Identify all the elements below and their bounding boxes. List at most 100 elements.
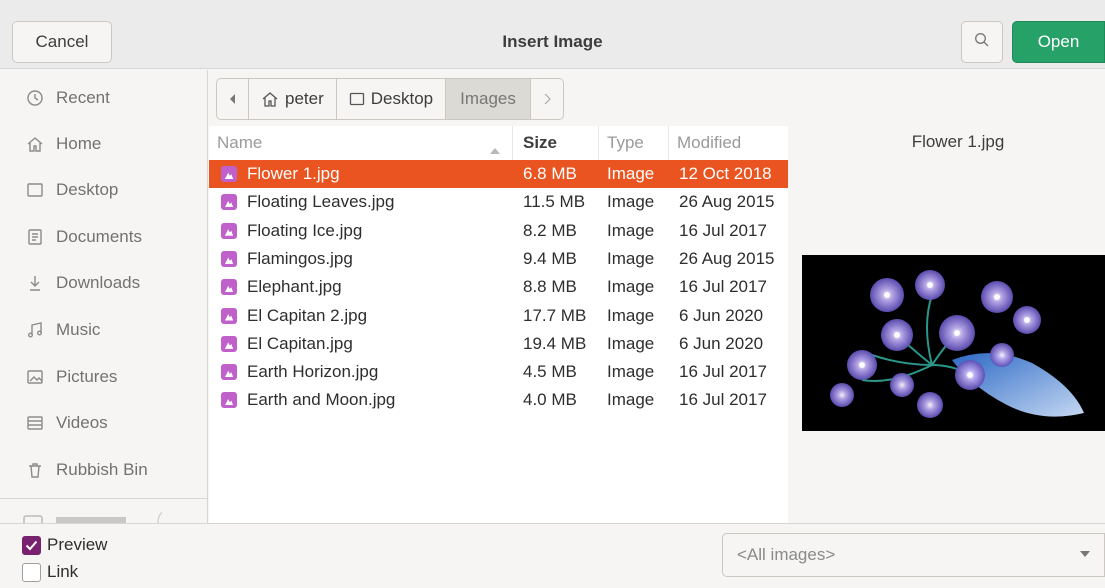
file-type: Image xyxy=(607,362,655,382)
file-name: Elephant.jpg xyxy=(247,277,342,297)
image-file-icon xyxy=(221,188,237,216)
sidebar-item-home[interactable]: Home xyxy=(0,121,207,167)
trash-icon xyxy=(24,461,46,479)
file-type: Image xyxy=(607,220,655,240)
file-row[interactable]: Earth and Moon.jpg 4.0 MB Image 16 Jul 2017 xyxy=(209,386,788,414)
sidebar-item-label: Recent xyxy=(56,88,110,107)
file-modified: 26 Aug 2015 xyxy=(679,248,775,268)
column-header-name[interactable]: Name xyxy=(209,126,513,160)
checkbox-checked-icon xyxy=(22,535,41,555)
search-button[interactable] xyxy=(961,21,1003,63)
sidebar-item-documents[interactable]: Documents xyxy=(0,214,207,260)
sidebar-item-music[interactable]: Music xyxy=(0,307,207,353)
file-row[interactable]: Flower 1.jpg 6.8 MB Image 12 Oct 2018 xyxy=(209,160,788,188)
document-icon xyxy=(24,228,46,246)
chevron-down-icon xyxy=(1080,551,1090,557)
path-crumb-label: Desktop xyxy=(370,89,434,108)
file-type: Image xyxy=(607,305,655,325)
file-modified: 16 Jul 2017 xyxy=(679,390,767,410)
file-row[interactable]: Floating Leaves.jpg 11.5 MB Image 26 Aug 20… xyxy=(209,188,788,216)
path-crumb-label: peter xyxy=(285,89,324,108)
path-back-button[interactable] xyxy=(217,79,249,119)
file-modified: 12 Oct 2018 xyxy=(679,164,772,183)
chevron-left-icon xyxy=(229,89,237,109)
music-icon xyxy=(24,321,46,339)
image-file-icon xyxy=(221,358,237,386)
file-row[interactable]: El Capitan 2.jpg 17.7 MB Image 6 Jun 2020 xyxy=(209,302,788,330)
file-size: 11.5 MB xyxy=(523,192,586,212)
file-type: Image xyxy=(607,390,655,410)
sidebar-item-videos[interactable]: Videos xyxy=(0,400,207,446)
preview-filename: Flower 1.jpg xyxy=(911,132,1005,151)
places-sidebar: Recent Home Desktop Documents Downloads … xyxy=(0,70,208,523)
search-icon xyxy=(974,32,990,53)
sidebar-item-rubbish-bin[interactable]: Rubbish Bin xyxy=(0,447,207,493)
path-crumb-desktop[interactable]: Desktop xyxy=(337,79,447,119)
column-header-label: Modified xyxy=(677,133,742,152)
file-name: Earth and Moon.jpg xyxy=(247,390,396,410)
file-size: 8.2 MB xyxy=(523,220,577,240)
column-header-label: Type xyxy=(607,133,644,152)
file-type-filter-dropdown[interactable]: <All images> xyxy=(722,533,1105,577)
column-header-modified[interactable]: Modified xyxy=(669,126,788,160)
sidebar-item-label: Documents xyxy=(56,227,142,246)
file-modified: 16 Jul 2017 xyxy=(679,277,767,297)
file-size: 8.8 MB xyxy=(523,277,577,297)
column-header-label: Name xyxy=(217,133,263,152)
sidebar-item-recent[interactable]: Recent xyxy=(0,75,207,121)
link-checkbox[interactable]: Link xyxy=(22,562,78,582)
open-button[interactable]: Open xyxy=(1012,21,1105,63)
sidebar-item-pictures[interactable]: Pictures xyxy=(0,354,207,400)
sidebar-item-downloads[interactable]: Downloads xyxy=(0,260,207,306)
sort-up-icon xyxy=(490,139,500,159)
path-crumb-home[interactable]: peter xyxy=(249,79,337,119)
file-row[interactable]: Elephant.jpg 8.8 MB Image 16 Jul 2017 xyxy=(209,273,788,301)
file-modified: 16 Jul 2017 xyxy=(679,362,767,382)
desktop-icon xyxy=(349,91,365,107)
preview-checkbox[interactable]: Preview xyxy=(22,535,107,555)
download-icon xyxy=(24,274,46,292)
dialog-title: Insert Image xyxy=(502,32,603,51)
file-row[interactable]: Flamingos.jpg 9.4 MB Image 26 Aug 2015 xyxy=(209,245,788,273)
column-header-type[interactable]: Type xyxy=(599,126,669,160)
image-file-icon xyxy=(221,273,237,301)
sidebar-item-label: Pictures xyxy=(56,367,118,386)
filter-value: <All images> xyxy=(737,545,836,564)
file-name: Earth Horizon.jpg xyxy=(247,362,379,382)
video-icon xyxy=(24,414,46,432)
path-bar: peter Desktop Images xyxy=(216,78,564,120)
file-row[interactable]: Earth Horizon.jpg 4.5 MB Image 16 Jul 2017 xyxy=(209,358,788,386)
sidebar-divider xyxy=(0,498,207,499)
chevron-right-icon xyxy=(543,89,551,109)
clock-icon xyxy=(24,89,46,107)
sidebar-item-label: Downloads xyxy=(56,273,141,292)
file-name: Floating Leaves.jpg xyxy=(247,192,395,212)
image-file-icon xyxy=(221,160,237,188)
image-preview-pane: Flower 1.jpg xyxy=(788,126,1105,523)
column-header-label: Size xyxy=(523,133,558,152)
sidebar-item-desktop[interactable]: Desktop xyxy=(0,167,207,213)
sidebar-device-item-partial[interactable] xyxy=(22,507,187,523)
image-file-icon xyxy=(221,386,237,414)
file-size: 6.8 MB xyxy=(523,164,577,183)
image-file-icon xyxy=(221,217,237,245)
file-modified: 6 Jun 2020 xyxy=(679,305,764,325)
column-header-size[interactable]: Size xyxy=(513,126,599,160)
file-type: Image xyxy=(607,248,655,268)
desktop-icon xyxy=(24,181,46,199)
path-forward-button[interactable] xyxy=(531,79,563,119)
path-crumb-images[interactable]: Images xyxy=(446,79,531,119)
sidebar-item-label: Rubbish Bin xyxy=(56,460,148,479)
file-name: El Capitan.jpg xyxy=(247,333,353,353)
image-file-icon xyxy=(221,330,237,358)
file-row[interactable]: Floating Ice.jpg 8.2 MB Image 16 Jul 2017 xyxy=(209,217,788,245)
file-size: 9.4 MB xyxy=(523,248,577,268)
file-size: 4.0 MB xyxy=(523,390,577,410)
sidebar-item-label: Home xyxy=(56,134,102,153)
file-list: Name Size Type Modified Flower 1.jpg 6.8 … xyxy=(209,126,788,523)
file-row[interactable]: El Capitan.jpg 19.4 MB Image 6 Jun 2020 xyxy=(209,330,788,358)
file-name: Flamingos.jpg xyxy=(247,248,353,268)
home-icon xyxy=(261,90,279,108)
file-name: Floating Ice.jpg xyxy=(247,220,363,240)
picture-icon xyxy=(24,368,46,386)
